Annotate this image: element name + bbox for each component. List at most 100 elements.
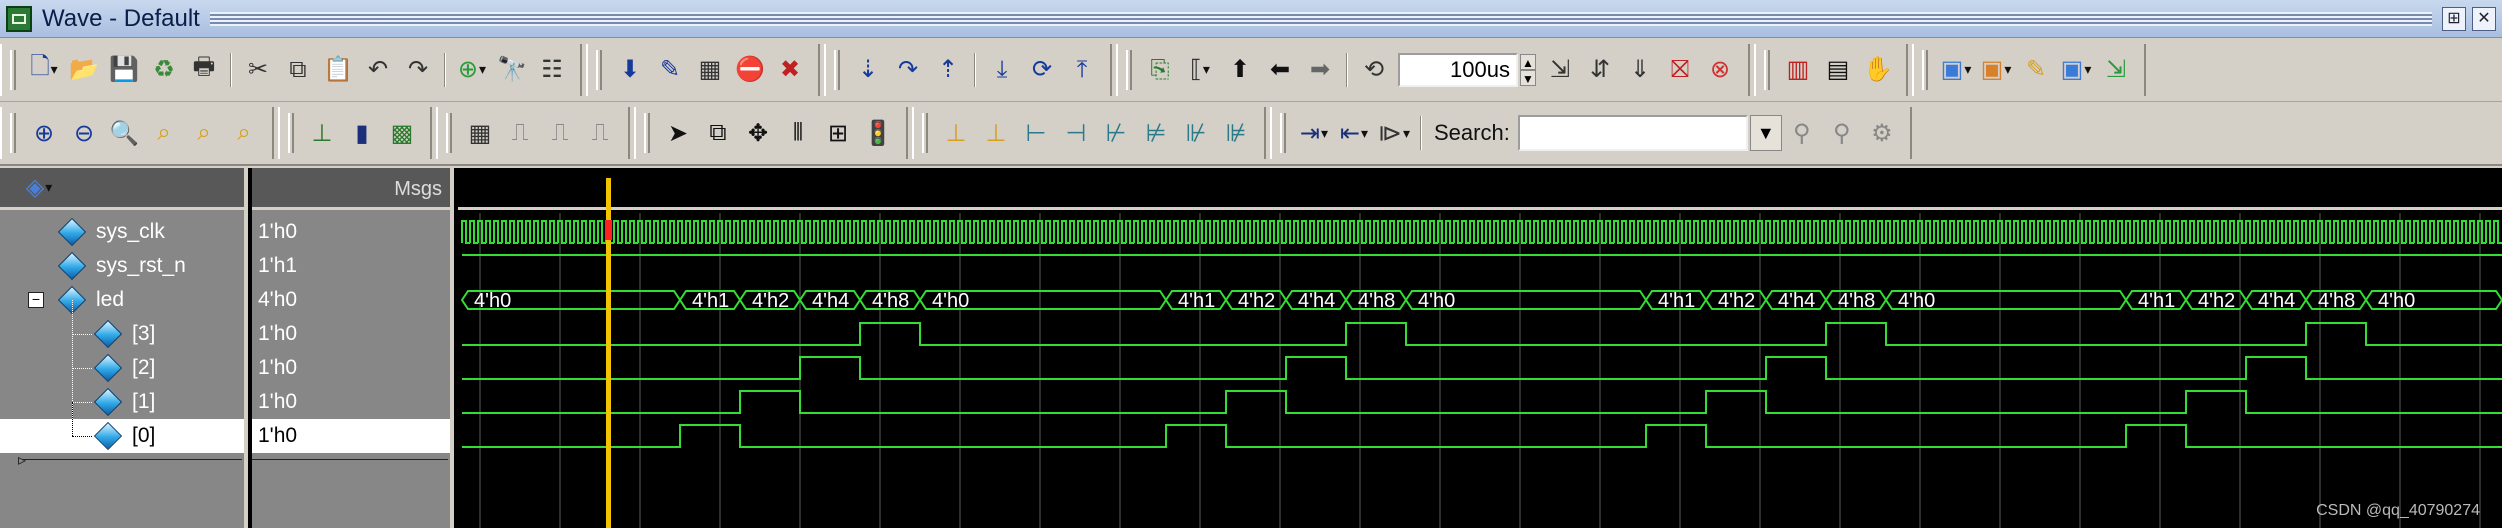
save-icon[interactable]: 💾 [107,53,141,87]
collapse-icon[interactable]: − [28,292,44,308]
redo-icon[interactable]: ↷ [401,53,435,87]
step-over-icon[interactable]: ↷ [891,53,925,87]
toolbar-handle[interactable] [288,113,294,153]
zoom-full-icon[interactable]: 🔍 [107,116,141,150]
continue-icon[interactable]: ⇵ [1583,53,1617,87]
find-icon[interactable]: 🔭 [495,53,529,87]
toolbar-handle[interactable] [446,113,452,153]
lock-cursor-icon[interactable]: ▮ [345,116,379,150]
toolbar-handle[interactable] [834,49,840,90]
run-length-spinner[interactable]: ▲▼ [1398,52,1536,87]
memory-profile-icon[interactable]: ▤ [1821,53,1855,87]
select-mode-icon[interactable]: ➤ [661,116,695,150]
dock-icon[interactable]: ⊞ [2442,6,2466,31]
right-arrow-icon[interactable]: ➡ [1303,53,1337,87]
search-back-icon[interactable]: ⚲ [1825,116,1859,150]
find-prev-icon[interactable]: ⇥ [1297,116,1331,150]
simulate-icon[interactable]: ▦ [693,53,727,87]
extend-icon[interactable]: ⊯ [1219,116,1253,150]
left-arrow-icon[interactable]: ⬅ [1263,53,1297,87]
edit-mode-icon[interactable]: ⫴ [781,116,815,150]
run-length-input[interactable] [1398,52,1518,87]
performance-icon[interactable]: ▥ [1781,53,1815,87]
step-over-all-icon[interactable]: ⟳ [1025,53,1059,87]
sim-stop-light-icon[interactable]: 🚦 [861,116,895,150]
zoom-range-icon[interactable]: ⌕ [187,116,221,150]
open-folder-icon[interactable]: 📂 [67,53,101,87]
format-icon[interactable]: ☷ [535,53,569,87]
toolbar-handle[interactable] [596,49,602,90]
toolbar-handle[interactable] [644,113,650,153]
signal-row-2[interactable]: [2] [0,334,244,385]
next-edge-icon[interactable]: ⎍ [543,116,577,150]
window-layout-icon[interactable]: ▣ [2059,53,2093,87]
signal-row-3[interactable]: [3] [0,300,244,351]
title-grip[interactable] [209,11,2432,26]
stretch-mode-icon[interactable]: ⊞ [821,116,855,150]
paste-icon[interactable]: 📋 [321,53,355,87]
step-out-all-icon[interactable]: ⤒ [1065,53,1099,87]
step-into-all-icon[interactable]: ⤓ [985,53,1019,87]
toolbar-handle[interactable] [1126,49,1132,90]
layout-icon[interactable]: ▣ [1939,53,1973,87]
dock-layout-icon[interactable]: ⇲ [2099,53,2133,87]
undo-icon[interactable]: ↶ [361,53,395,87]
new-file-icon[interactable]: 🗋 [27,53,61,87]
spin-up-icon[interactable]: ▲ [1520,53,1536,70]
layout-alt-icon[interactable]: ▣ [1979,53,2013,87]
move-edge-icon[interactable]: ⊮ [1179,116,1213,150]
value-icon[interactable]: ⊬ [1099,116,1133,150]
find-transition-icon[interactable]: ⧐ [1377,116,1411,150]
toolbar-handle[interactable] [1280,113,1286,153]
break-sim-icon[interactable]: ⛝ [1663,53,1697,87]
compile-all-icon[interactable]: ✎ [653,53,687,87]
env-icon[interactable]: ⟦ [1183,53,1217,87]
toolbar-handle[interactable] [10,49,16,90]
reload-icon[interactable]: ♻ [147,53,181,87]
waveform-pane[interactable]: 4'h0 4'h1 4'h2 4'h4 4'h8 4'h0 4'h1 4'h2 4'h4 4'h8… [458,168,2502,528]
search-dropdown-icon[interactable]: ▼ [1749,115,1782,151]
toolbar-handle[interactable] [1764,49,1770,90]
zoom-last-icon[interactable]: ⌕ [227,116,261,150]
pan-mode-icon[interactable]: ✥ [741,116,775,150]
zoom-mode-icon[interactable]: ⧉ [701,116,735,150]
prev-edge-icon[interactable]: ⎍ [503,116,537,150]
run-icon[interactable]: ⇲ [1543,53,1577,87]
copy-icon[interactable]: ⧉ [281,53,315,87]
search-input[interactable] [1517,115,1748,151]
zoom-out-icon[interactable]: ⊖ [67,116,101,150]
cut-icon[interactable]: ✂ [241,53,275,87]
insert-pulse-icon[interactable]: ⊥ [939,116,973,150]
zoom-in-icon[interactable]: ⊕ [27,116,61,150]
close-icon[interactable]: ✕ [2472,6,2496,31]
toolbar-handle[interactable] [10,113,16,153]
search-forward-icon[interactable]: ⚙ [1865,116,1899,150]
toolbar-handle[interactable] [1922,49,1928,90]
stop-sim-icon[interactable]: ⊗ [1703,53,1737,87]
run-all-icon[interactable]: ⇓ [1623,53,1657,87]
compile-icon[interactable]: ⬇ [613,53,647,87]
waveform-canvas[interactable]: 4'h0 4'h1 4'h2 4'h4 4'h8 4'h0 4'h1 4'h2 4'h4 4'h8… [458,168,2502,528]
search-options-icon[interactable]: ⚲ [1785,116,1819,150]
add-signal-icon[interactable]: ◈ [19,171,59,205]
signal-row-1[interactable]: [1] [0,368,244,419]
add-icon[interactable]: ⊕ [455,53,489,87]
run-length-icon[interactable]: ⟲ [1357,53,1391,87]
stop-icon[interactable]: ✖ [773,53,807,87]
step-into-icon[interactable]: ⇣ [851,53,885,87]
up-arrow-icon[interactable]: ⬆ [1223,53,1257,87]
step-out-icon[interactable]: ⇡ [931,53,965,87]
signal-row-sys_clk[interactable]: sys_clk [0,215,244,249]
find-next-icon[interactable]: ⇤ [1337,116,1371,150]
print-icon[interactable]: 🖶 [187,53,221,87]
restart-icon[interactable]: ⎘ [1143,53,1177,87]
break-icon[interactable]: ⛔ [733,53,767,87]
toolbar-handle[interactable] [922,113,928,153]
edit-layout-icon[interactable]: ✎ [2019,53,2053,87]
edge-mode-icon[interactable]: ⎍ [583,116,617,150]
invert-icon[interactable]: ⊢ [1019,116,1053,150]
delete-cursor-icon[interactable]: ▩ [385,116,419,150]
signal-row-sys_rst_n[interactable]: sys_rst_n [0,249,244,283]
mirror-icon[interactable]: ⊣ [1059,116,1093,150]
signal-row-led[interactable]: − led [0,283,244,317]
